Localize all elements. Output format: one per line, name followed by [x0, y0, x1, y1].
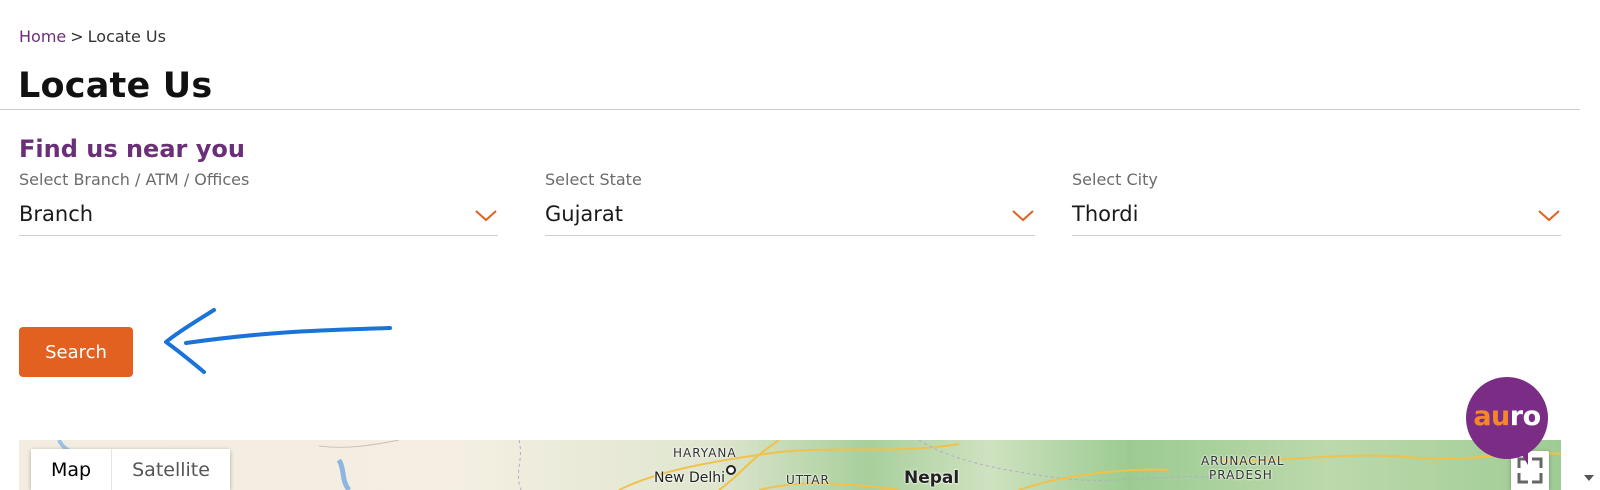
map-label-haryana: HARYANA — [673, 446, 737, 460]
city-select[interactable]: Select City Thordi — [1072, 170, 1561, 236]
branch-type-label: Select Branch / ATM / Offices — [19, 170, 250, 189]
search-button[interactable]: Search — [19, 327, 133, 377]
breadcrumb: Home > Locate Us — [19, 27, 166, 46]
branch-type-select[interactable]: Select Branch / ATM / Offices Branch — [19, 170, 498, 236]
state-select[interactable]: Select State Gujarat — [545, 170, 1035, 236]
annotation-arrow-icon — [164, 308, 392, 374]
chat-widget-button[interactable]: auro — [1466, 377, 1550, 465]
map-label-new-delhi: New Delhi — [654, 470, 726, 486]
chat-bubble-tail — [1510, 435, 1528, 465]
chat-logo-suffix: ro — [1509, 401, 1541, 432]
breadcrumb-separator: > — [70, 27, 84, 46]
map-label-pradesh: PRADESH — [1209, 468, 1273, 482]
state-label: Select State — [545, 170, 642, 189]
map[interactable]: HARYANA New Delhi UTTAR Nepal ARUNACHAL … — [19, 440, 1561, 490]
field-underline — [545, 235, 1035, 236]
title-divider — [0, 109, 1580, 110]
section-heading: Find us near you — [19, 135, 245, 163]
field-underline — [19, 235, 498, 236]
chat-logo: auro — [1466, 401, 1548, 432]
chevron-down-icon[interactable] — [474, 206, 498, 224]
city-value[interactable]: Thordi — [1072, 202, 1138, 226]
map-label-nepal: Nepal — [904, 468, 960, 488]
field-underline — [1072, 235, 1561, 236]
state-value[interactable]: Gujarat — [545, 202, 623, 226]
breadcrumb-home-link[interactable]: Home — [19, 27, 66, 46]
map-type-satellite-button[interactable]: Satellite — [111, 449, 230, 490]
map-type-toggle: Map Satellite — [31, 449, 230, 490]
map-label-uttar: UTTAR — [786, 473, 830, 487]
breadcrumb-current: Locate Us — [87, 27, 166, 46]
page-title: Locate Us — [18, 66, 213, 106]
map-type-map-button[interactable]: Map — [31, 449, 112, 490]
map-label-arunachal: ARUNACHAL — [1201, 454, 1285, 468]
chevron-down-icon[interactable] — [1011, 206, 1035, 224]
chat-logo-prefix: au — [1473, 401, 1510, 432]
city-label: Select City — [1072, 170, 1158, 189]
scrollbar-down-arrow-icon[interactable] — [1583, 473, 1595, 483]
chevron-down-icon[interactable] — [1537, 206, 1561, 224]
branch-type-value[interactable]: Branch — [19, 202, 93, 226]
